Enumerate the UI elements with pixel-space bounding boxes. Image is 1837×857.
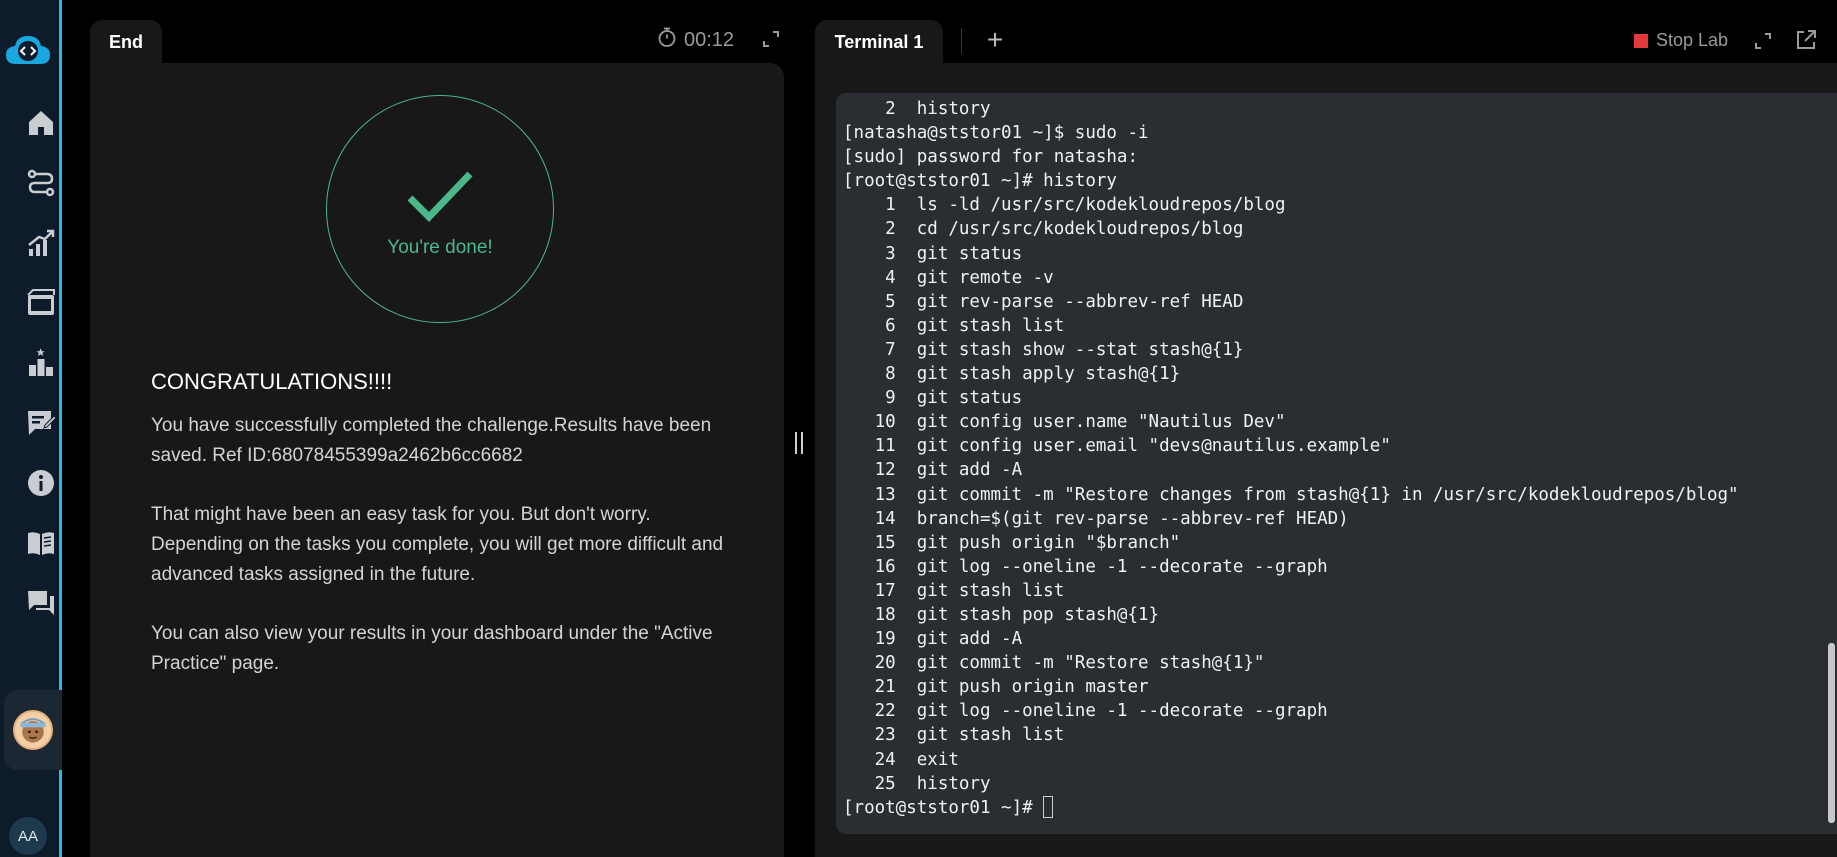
scrollbar-thumb[interactable] <box>1828 643 1835 823</box>
terminal-line: 8 git stash apply stash@{1} <box>843 364 1181 385</box>
terminal-line: 11 git config user.email "devs@nautilus.… <box>843 436 1391 457</box>
film-icon[interactable] <box>22 284 60 322</box>
user-avatar-container[interactable] <box>4 690 62 770</box>
terminal-line: 2 history <box>843 99 991 119</box>
stop-lab-button[interactable]: Stop Lab <box>1634 30 1728 51</box>
chat-icon[interactable] <box>22 584 60 622</box>
terminal-line: 19 git add -A <box>843 629 1023 650</box>
terminal-line: 16 git log --oneline -1 --decorate --gra… <box>843 556 1328 577</box>
terminal-line: [natasha@ststor01 ~]$ sudo -i <box>843 123 1149 144</box>
tab-terminal-1[interactable]: Terminal 1 <box>815 20 943 64</box>
leaderboard-icon[interactable] <box>22 344 60 382</box>
terminal-line: 22 git log --oneline -1 --decorate --gra… <box>843 701 1328 722</box>
encouragement-message: That might have been an easy task for yo… <box>151 504 724 585</box>
terminal-cursor <box>1043 795 1054 818</box>
user-initials-badge[interactable]: AA <box>9 817 47 855</box>
completion-circle: You're done! <box>326 95 554 323</box>
terminal-line: 15 git push origin "$branch" <box>843 532 1181 553</box>
book-icon[interactable] <box>22 524 60 562</box>
terminal-line: 18 git stash pop stash@{1} <box>843 604 1160 625</box>
terminal-line: 9 git status <box>843 388 1023 409</box>
home-icon[interactable] <box>22 104 60 142</box>
end-panel: You're done! CONGRATULATIONS!!!! You hav… <box>90 63 784 857</box>
open-external-icon[interactable] <box>1794 28 1818 52</box>
terminal-line: 13 git commit -m "Restore changes from s… <box>843 484 1739 505</box>
terminal-line: 17 git stash list <box>843 580 1065 601</box>
expand-icon[interactable] <box>760 28 782 50</box>
terminal-screen[interactable]: 2 history [natasha@ststor01 ~]$ sudo -i [s… <box>836 93 1837 834</box>
congrats-heading: CONGRATULATIONS!!!! <box>151 369 393 394</box>
info-icon[interactable] <box>22 464 60 502</box>
terminal-line: [root@ststor01 ~]# history <box>843 171 1117 192</box>
tab-end[interactable]: End <box>90 20 162 64</box>
success-message: You have successfully completed the chal… <box>151 415 712 466</box>
terminal-line: [sudo] password for natasha: <box>843 147 1139 168</box>
timer-value: 00:12 <box>684 28 735 51</box>
terminal-prompt-line[interactable]: [root@ststor01 ~]# <box>843 795 1837 820</box>
growth-chart-icon[interactable] <box>22 224 60 262</box>
terminal-line: 4 git remote -v <box>843 267 1054 288</box>
kodekloud-logo-icon[interactable] <box>4 32 52 70</box>
terminal-line: 12 git add -A <box>843 460 1023 481</box>
terminal-line: 7 git stash show --stat stash@{1} <box>843 339 1244 360</box>
terminal-line: 5 git rev-parse --abbrev-ref HEAD <box>843 291 1244 312</box>
expand-terminal-icon[interactable] <box>1752 30 1774 52</box>
terminal-line: 23 git stash list <box>843 725 1065 746</box>
terminal-line: 20 git commit -m "Restore stash@{1}" <box>843 653 1265 674</box>
stop-lab-label: Stop Lab <box>1656 30 1729 50</box>
add-terminal-button[interactable]: + <box>984 26 1006 56</box>
terminal-line: 21 git push origin master <box>843 677 1149 698</box>
terminal-line: 14 branch=$(git rev-parse --abbrev-ref H… <box>843 508 1349 529</box>
tab-divider <box>961 28 962 54</box>
resize-handle[interactable] <box>795 432 803 454</box>
terminal-prompt: [root@ststor01 ~]# <box>843 797 1044 818</box>
terminal-line: 24 exit <box>843 749 959 770</box>
terminal-line: 3 git status <box>843 243 1023 264</box>
done-label: You're done! <box>387 237 493 258</box>
avatar[interactable] <box>13 710 53 750</box>
terminal-line: 6 git stash list <box>843 315 1065 336</box>
path-icon[interactable] <box>22 164 60 202</box>
sidebar: AA <box>0 0 62 857</box>
stop-icon <box>1634 33 1648 48</box>
checkmark-icon <box>407 171 473 223</box>
timer: 00:12 <box>656 26 734 54</box>
stopwatch-icon <box>656 26 678 54</box>
terminal-line: 25 history <box>843 773 991 794</box>
terminal-line: 1 ls -ld /usr/src/kodekloudrepos/blog <box>843 195 1286 216</box>
terminal-scrollbar[interactable] <box>1826 93 1837 834</box>
dashboard-message: You can also view your results in your d… <box>151 623 713 674</box>
terminal-line: 10 git config user.name "Nautilus Dev" <box>843 412 1286 433</box>
edit-note-icon[interactable] <box>22 404 60 442</box>
terminal-line: 2 cd /usr/src/kodekloudrepos/blog <box>843 219 1244 240</box>
